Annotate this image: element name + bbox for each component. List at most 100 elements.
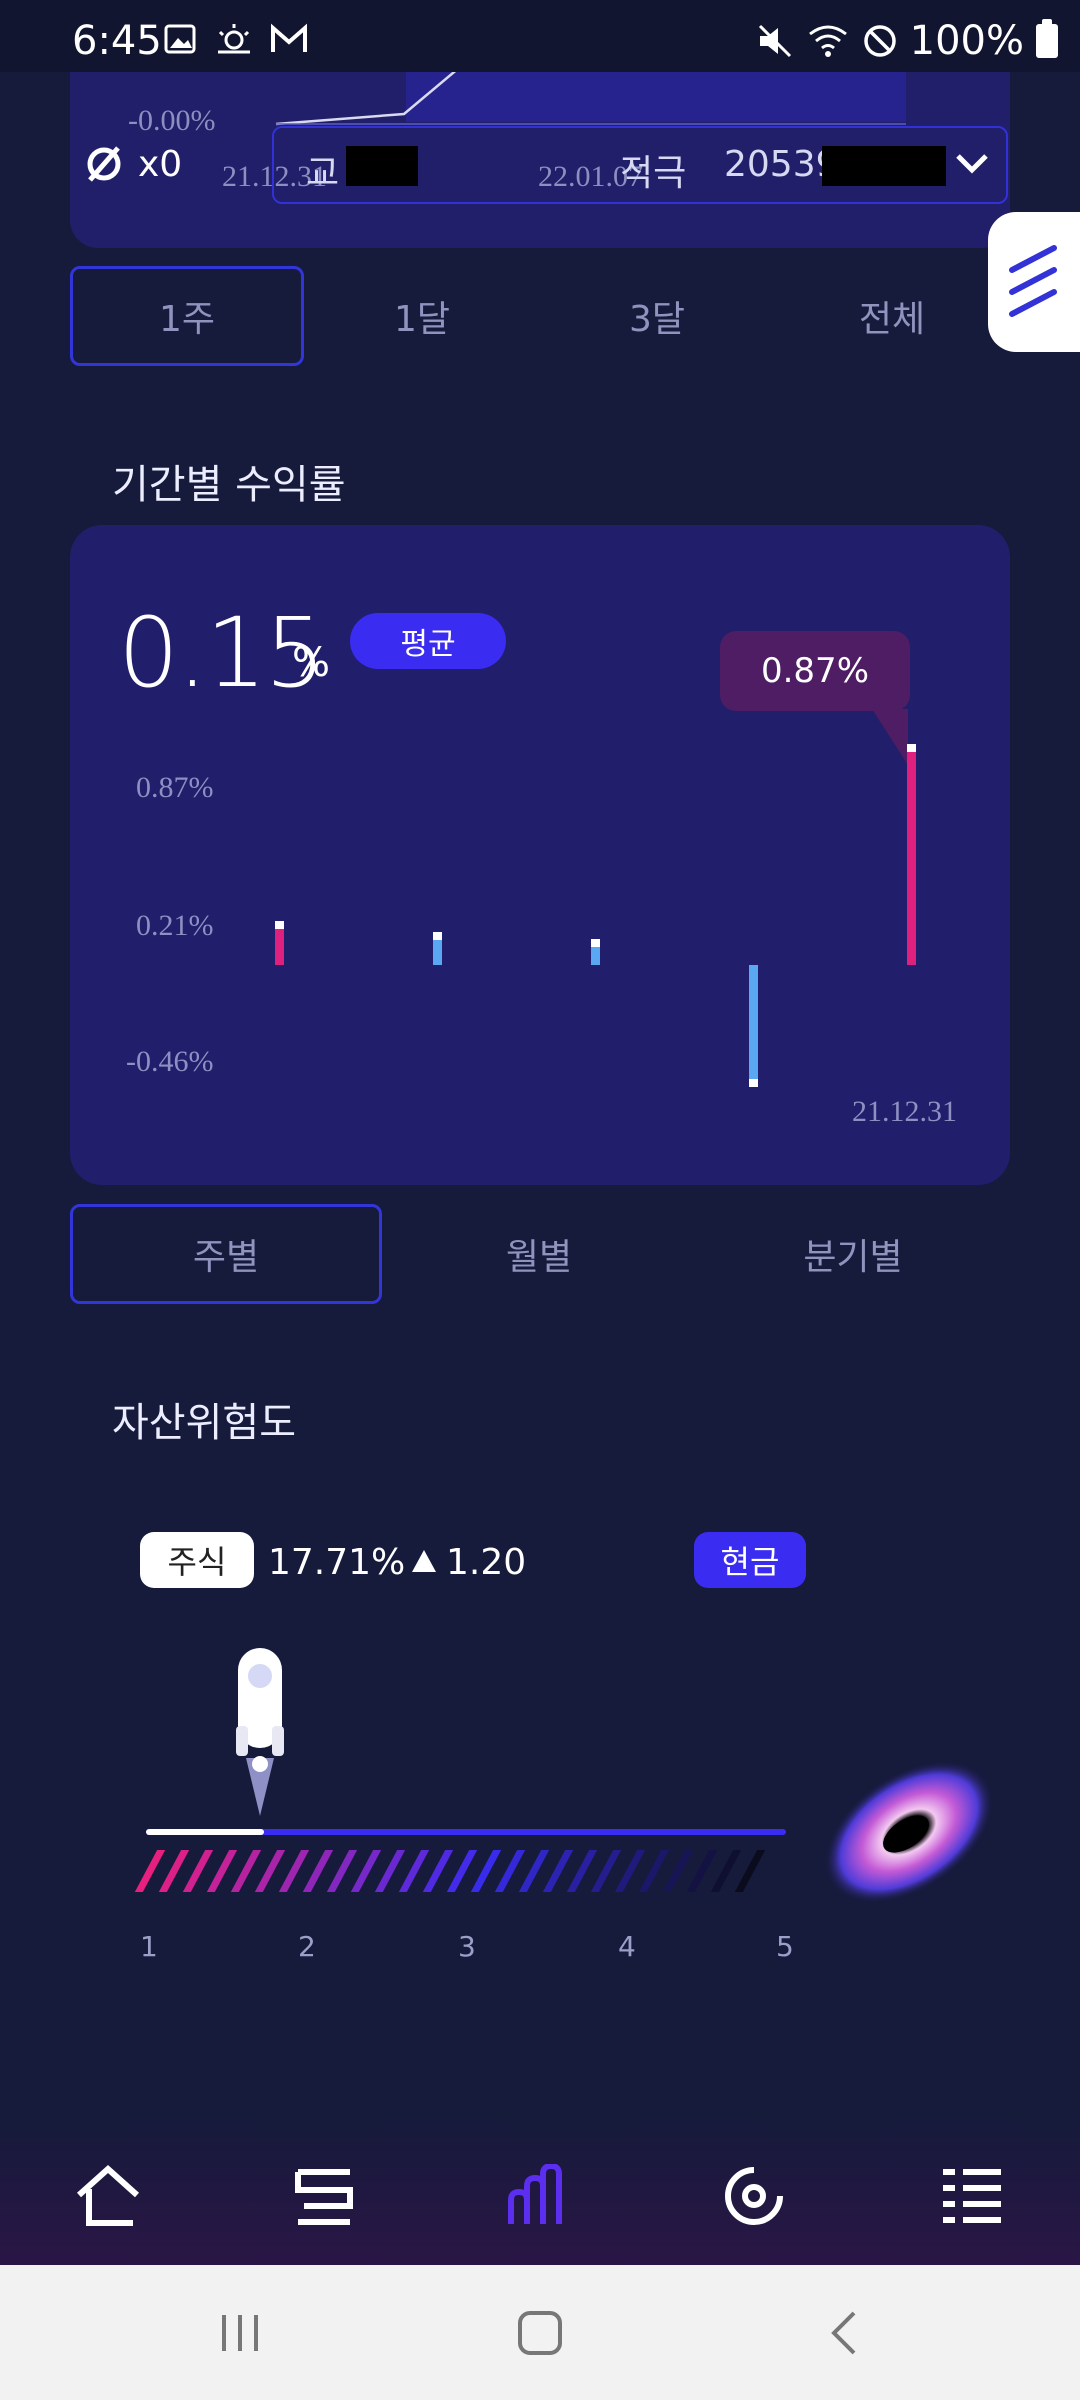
return-bar-cap bbox=[591, 939, 600, 948]
return-bar[interactable] bbox=[907, 751, 916, 965]
notification-icons bbox=[164, 22, 308, 56]
risk-tick bbox=[638, 1850, 670, 1892]
do-not-disturb-icon bbox=[863, 25, 896, 57]
chevron-down-icon bbox=[956, 154, 988, 174]
period-tabs: 1주 1달 3달 전체 bbox=[70, 266, 1010, 366]
back-icon[interactable] bbox=[824, 2309, 864, 2357]
risk-tick bbox=[134, 1850, 166, 1892]
home-icon bbox=[76, 2164, 140, 2226]
black-hole-icon bbox=[823, 1760, 995, 1904]
recent-apps-icon[interactable] bbox=[218, 2311, 262, 2355]
gmail-icon bbox=[271, 23, 307, 52]
nav-menu[interactable] bbox=[932, 2156, 1012, 2236]
gallery-icon bbox=[164, 24, 196, 54]
wifi-icon bbox=[808, 25, 847, 57]
granularity-tabs: 주별 월별 분기별 bbox=[70, 1204, 1010, 1304]
system-navigation-bar bbox=[0, 2265, 1080, 2400]
tab-monthly[interactable]: 월별 bbox=[382, 1204, 696, 1304]
tab-1-month[interactable]: 1달 bbox=[304, 266, 540, 366]
risk-tick bbox=[158, 1850, 190, 1892]
tab-quarterly[interactable]: 분기별 bbox=[696, 1204, 1010, 1304]
tab-weekly[interactable]: 주별 bbox=[70, 1204, 382, 1304]
risk-gradient-scale bbox=[134, 1850, 766, 1892]
risk-tick bbox=[182, 1850, 214, 1892]
menu-lines-icon bbox=[1009, 245, 1057, 317]
weather-icon bbox=[218, 24, 250, 54]
nav-portfolio[interactable] bbox=[284, 2156, 364, 2236]
risk-tick bbox=[302, 1850, 334, 1892]
return-bar-cap bbox=[749, 1078, 758, 1087]
side-menu-handle[interactable] bbox=[988, 212, 1080, 352]
risk-scale-label: 5 bbox=[776, 1930, 794, 1963]
rocket-icon bbox=[236, 1648, 284, 1816]
stock-change: 1.20 bbox=[446, 1542, 527, 1583]
risk-tick bbox=[590, 1850, 622, 1892]
multiplier: x0 bbox=[138, 144, 183, 185]
returns-card: 0.15 % 평균 0.87% 0.87% 0.21% -0.46% 21.12… bbox=[70, 525, 1010, 1185]
risk-scale-label: 1 bbox=[140, 1930, 158, 1963]
return-bar[interactable] bbox=[591, 947, 600, 965]
chart-icon bbox=[508, 2164, 562, 2224]
risk-tick bbox=[566, 1850, 598, 1892]
risk-tick bbox=[662, 1850, 694, 1892]
risk-tick bbox=[350, 1850, 382, 1892]
account-type: 교 bbox=[306, 153, 340, 194]
risk-tick bbox=[734, 1850, 766, 1892]
risk-tick bbox=[494, 1850, 526, 1892]
empty-set-icon bbox=[87, 146, 121, 182]
risk-level-fill bbox=[146, 1829, 264, 1835]
risk-tick bbox=[446, 1850, 478, 1892]
risk-tick bbox=[686, 1850, 718, 1892]
risk-tick bbox=[230, 1850, 262, 1892]
risk-scale-label: 4 bbox=[618, 1930, 636, 1963]
redacted-text bbox=[822, 146, 946, 186]
account-name: 적극 bbox=[620, 153, 687, 194]
risk-tick bbox=[374, 1850, 406, 1892]
risk-tick bbox=[398, 1850, 430, 1892]
tab-1-week[interactable]: 1주 bbox=[70, 266, 304, 366]
risk-tick bbox=[206, 1850, 238, 1892]
y-axis-label: -0.00% bbox=[128, 104, 216, 137]
battery-percent: 100% bbox=[909, 18, 1024, 64]
target-icon bbox=[725, 2167, 783, 2225]
cash-badge: 현금 bbox=[694, 1532, 806, 1588]
risk-tick bbox=[254, 1850, 286, 1892]
return-bar[interactable] bbox=[749, 965, 758, 1079]
risk-tick bbox=[422, 1850, 454, 1892]
redacted-text bbox=[346, 146, 418, 186]
returns-section-title: 기간별 수익률 bbox=[112, 462, 346, 508]
nav-risk[interactable] bbox=[714, 2156, 794, 2236]
risk-tick bbox=[542, 1850, 574, 1892]
menu-icon bbox=[943, 2169, 1001, 2223]
return-bar-cap bbox=[907, 743, 916, 752]
system-status: 100% bbox=[756, 18, 1058, 64]
battery-icon bbox=[1036, 19, 1058, 58]
status-time: 6:45 bbox=[72, 18, 162, 64]
mute-icon bbox=[758, 24, 791, 58]
up-triangle-icon bbox=[412, 1550, 436, 1572]
returns-bar-chart bbox=[70, 525, 1010, 1185]
risk-tick bbox=[710, 1850, 742, 1892]
return-bar[interactable] bbox=[275, 929, 284, 965]
tab-3-months[interactable]: 3달 bbox=[540, 266, 774, 366]
tab-all[interactable]: 전체 bbox=[774, 266, 1010, 366]
account-selector[interactable]: 교 적극 20539 bbox=[272, 126, 1008, 204]
risk-scale-label: 2 bbox=[298, 1930, 316, 1963]
return-bar[interactable] bbox=[433, 940, 442, 965]
return-bar-cap bbox=[275, 921, 284, 930]
stock-badge: 주식 bbox=[140, 1532, 254, 1588]
bottom-navigation bbox=[0, 2120, 1080, 2265]
nav-returns[interactable] bbox=[498, 2156, 578, 2236]
risk-scale-label: 3 bbox=[458, 1930, 476, 1963]
stock-percent: 17.71% bbox=[268, 1542, 406, 1583]
risk-tick bbox=[614, 1850, 646, 1892]
status-bar: 6:45 100% bbox=[0, 0, 1080, 72]
risk-tick bbox=[326, 1850, 358, 1892]
home-button-icon[interactable] bbox=[516, 2309, 564, 2357]
nav-home[interactable] bbox=[68, 2156, 148, 2236]
return-bar-cap bbox=[433, 932, 442, 941]
list-icon bbox=[295, 2169, 353, 2225]
risk-tick bbox=[470, 1850, 502, 1892]
risk-tick bbox=[278, 1850, 310, 1892]
risk-tick bbox=[518, 1850, 550, 1892]
